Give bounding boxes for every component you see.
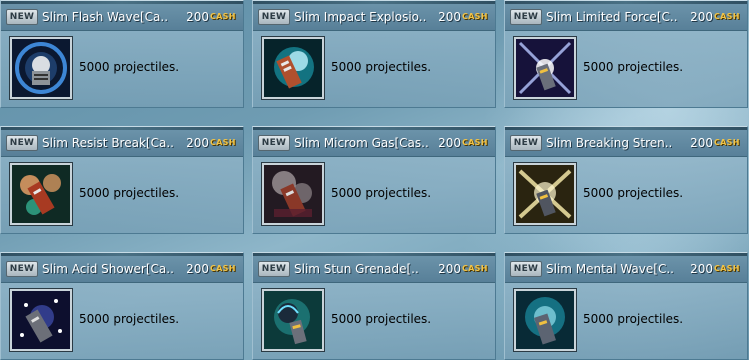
item-name: Slim Resist Break[Ca.. [42, 136, 174, 150]
item-description: 5000 projectiles. [583, 60, 684, 74]
new-badge: NEW [6, 261, 38, 277]
item-header: NEW Slim Acid Shower[Ca.. 200 CASH [1, 256, 243, 283]
shop-item-card[interactable]: NEW Slim Mental Wave[C.. 200 CASH 5000 p… [504, 252, 748, 360]
item-description: 5000 projectiles. [331, 186, 432, 200]
flash-wave-icon[interactable] [10, 37, 72, 99]
item-name: Slim Flash Wave[Ca.. [42, 10, 169, 24]
item-name: Slim Limited Force[C.. [546, 10, 678, 24]
item-price: 200 [438, 262, 461, 276]
item-description: 5000 projectiles. [79, 60, 180, 74]
cash-label: CASH [210, 12, 236, 21]
new-badge: NEW [510, 135, 542, 151]
new-badge: NEW [510, 9, 542, 25]
new-badge: NEW [6, 9, 38, 25]
item-description: 5000 projectiles. [79, 186, 180, 200]
item-description: 5000 projectiles. [331, 312, 432, 326]
cash-label: CASH [462, 264, 488, 273]
item-name: Slim Mental Wave[C.. [546, 262, 674, 276]
shop-item-card[interactable]: NEW Slim Microm Gas[Cas.. 200 CASH 5000 … [252, 126, 496, 234]
microm-gas-icon[interactable] [262, 163, 324, 225]
shop-item-card[interactable]: NEW Slim Stun Grenade[.. 200 CASH 5000 p… [252, 252, 496, 360]
item-name: Slim Stun Grenade[.. [294, 262, 419, 276]
resist-break-icon[interactable] [10, 163, 72, 225]
item-price: 200 [438, 10, 461, 24]
shop-item-card[interactable]: NEW Slim Resist Break[Ca.. 200 CASH 5000… [0, 126, 244, 234]
new-badge: NEW [258, 9, 290, 25]
item-price: 200 [186, 262, 209, 276]
cash-label: CASH [210, 264, 236, 273]
mental-wave-icon[interactable] [514, 289, 576, 351]
item-price: 200 [690, 136, 713, 150]
item-header: NEW Slim Impact Explosio.. 200 CASH [253, 4, 495, 31]
item-price: 200 [690, 262, 713, 276]
shop-item-card[interactable]: NEW Slim Impact Explosio.. 200 CASH 5000… [252, 0, 496, 108]
item-header: NEW Slim Microm Gas[Cas.. 200 CASH [253, 130, 495, 157]
cash-label: CASH [714, 12, 740, 21]
item-name: Slim Microm Gas[Cas.. [294, 136, 429, 150]
cash-label: CASH [714, 264, 740, 273]
acid-shower-icon[interactable] [10, 289, 72, 351]
item-description: 5000 projectiles. [583, 186, 684, 200]
item-header: NEW Slim Resist Break[Ca.. 200 CASH [1, 130, 243, 157]
new-badge: NEW [258, 135, 290, 151]
item-header: NEW Slim Limited Force[C.. 200 CASH [505, 4, 747, 31]
new-badge: NEW [510, 261, 542, 277]
cash-label: CASH [462, 138, 488, 147]
item-header: NEW Slim Flash Wave[Ca.. 200 CASH [1, 4, 243, 31]
item-price: 200 [690, 10, 713, 24]
new-badge: NEW [258, 261, 290, 277]
breaking-strength-icon[interactable] [514, 163, 576, 225]
cash-label: CASH [462, 12, 488, 21]
limited-force-icon[interactable] [514, 37, 576, 99]
item-header: NEW Slim Breaking Stren.. 200 CASH [505, 130, 747, 157]
shop-item-card[interactable]: NEW Slim Flash Wave[Ca.. 200 CASH 5000 p… [0, 0, 244, 108]
shop-item-grid: NEW Slim Flash Wave[Ca.. 200 CASH 5000 p… [0, 0, 749, 360]
item-price: 200 [186, 136, 209, 150]
item-name: Slim Impact Explosio.. [294, 10, 427, 24]
item-header: NEW Slim Mental Wave[C.. 200 CASH [505, 256, 747, 283]
item-name: Slim Acid Shower[Ca.. [42, 262, 174, 276]
cash-label: CASH [210, 138, 236, 147]
item-price: 200 [186, 10, 209, 24]
item-name: Slim Breaking Stren.. [546, 136, 673, 150]
cash-label: CASH [714, 138, 740, 147]
shop-item-card[interactable]: NEW Slim Limited Force[C.. 200 CASH 5000… [504, 0, 748, 108]
stun-grenade-icon[interactable] [262, 289, 324, 351]
item-description: 5000 projectiles. [79, 312, 180, 326]
item-price: 200 [438, 136, 461, 150]
item-header: NEW Slim Stun Grenade[.. 200 CASH [253, 256, 495, 283]
item-description: 5000 projectiles. [331, 60, 432, 74]
impact-explosion-icon[interactable] [262, 37, 324, 99]
shop-item-card[interactable]: NEW Slim Acid Shower[Ca.. 200 CASH 5000 … [0, 252, 244, 360]
item-description: 5000 projectiles. [583, 312, 684, 326]
new-badge: NEW [6, 135, 38, 151]
shop-item-card[interactable]: NEW Slim Breaking Stren.. 200 CASH 5000 … [504, 126, 748, 234]
